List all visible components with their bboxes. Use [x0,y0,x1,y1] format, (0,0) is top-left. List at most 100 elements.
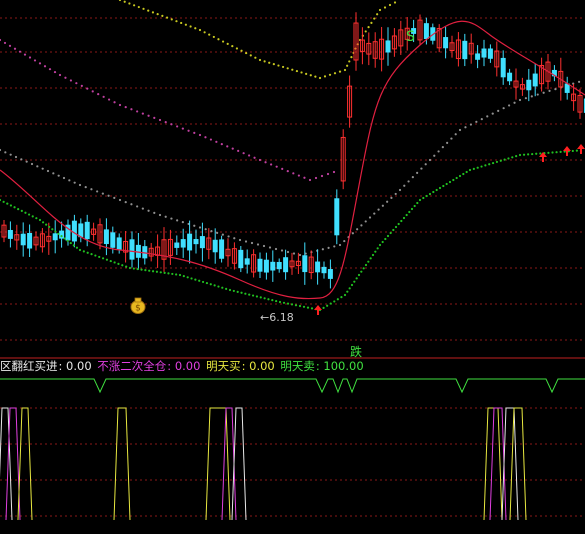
band-dot [118,103,122,107]
candle-body [283,257,289,273]
band-dot [305,72,308,75]
candle-body [78,223,84,238]
support-dot [63,237,66,240]
band-dot [13,47,17,50]
candle-body [212,239,218,253]
band-dot [231,45,234,48]
band-dot [497,109,500,113]
band-dot [328,73,332,76]
support-dot [491,161,495,165]
band-dot [416,171,419,174]
support-dot [340,296,343,299]
candle-body [532,73,538,87]
band-dot [249,54,252,57]
band-dot [198,28,202,32]
support-dot [45,223,48,226]
support-dot [438,186,442,190]
support-dot [384,237,387,241]
support-dot [432,190,435,194]
band-dot [524,97,528,100]
band-dot [268,61,271,64]
sell-tomorrow-signal-line [0,378,585,394]
band-dot [450,137,453,140]
band-dot [133,4,136,7]
buy-arrow [563,146,571,156]
support-dot [392,228,395,232]
band-dot [80,84,83,88]
stock-chart[interactable]: $ [0,0,585,534]
band-dot [130,203,133,206]
low-price-annotation: ←6.18 [260,311,294,324]
band-dot [212,35,215,39]
band-dot [398,188,402,192]
legend-item-sell-tomorrow: 明天卖: 100.00 [280,359,364,373]
support-dot [326,304,329,307]
candle-body [327,269,333,279]
support-dot [69,241,72,245]
support-dot [51,228,54,231]
band-dot [153,116,156,119]
band-dot [164,121,167,124]
band-dot [38,62,42,65]
band-dot [300,71,303,74]
band-dot [292,252,296,255]
support-dot [113,261,116,264]
support-dot [151,270,155,273]
band-dot [333,245,336,248]
candle-body [500,57,506,78]
support-dot [17,207,20,211]
band-dot [297,174,300,177]
band-dot [338,243,342,247]
support-dot [442,184,445,188]
support-dot [410,207,414,211]
band-dot [314,176,318,180]
band-dot [291,68,294,71]
band-dot [235,47,239,50]
support-dot [306,306,310,309]
candle-body [334,198,340,236]
support-dot [221,286,224,289]
band-dot [343,68,347,72]
band-dot [158,213,162,217]
support-dot [355,277,358,280]
band-dot [30,162,34,166]
band-dot [233,237,236,240]
candle-body [84,221,90,240]
legend-label: 区翻红买进 [0,359,58,373]
band-dot [348,60,351,63]
band-dot [215,140,218,143]
candle-body [564,83,570,93]
support-dot [228,288,232,292]
support-dot [48,225,51,229]
indicator-legend: 区翻红买进: 0.00 不涨二次全仓: 0.00 明天买: 0.00 明天卖: … [0,359,585,374]
support-dot [329,302,332,305]
sell-signal-marker: S [406,29,415,44]
band-dot [258,158,262,162]
band-dot [153,211,156,214]
band-dot [198,133,202,137]
band-dot [4,151,7,154]
support-dot [178,273,182,277]
support-dot [271,299,274,302]
band-dot [376,13,379,16]
band-dot [136,205,139,208]
band-dot [20,158,23,161]
band-dot [41,167,44,170]
support-dot [175,273,178,276]
support-dot [381,240,384,244]
support-dot [105,258,109,261]
band-dot [411,176,414,179]
band-dot [264,161,267,164]
legend-value: 0.00 [174,359,201,373]
candle-body [526,79,532,91]
candle-body [27,232,33,249]
support-dot [54,230,57,233]
support-dot [298,304,302,308]
support-dot [503,158,506,161]
band-dot [198,226,202,229]
band-dot [270,163,273,166]
band-dot [364,30,367,33]
support-dot [6,202,9,205]
candle-body [187,233,193,251]
support-dot [575,149,578,152]
